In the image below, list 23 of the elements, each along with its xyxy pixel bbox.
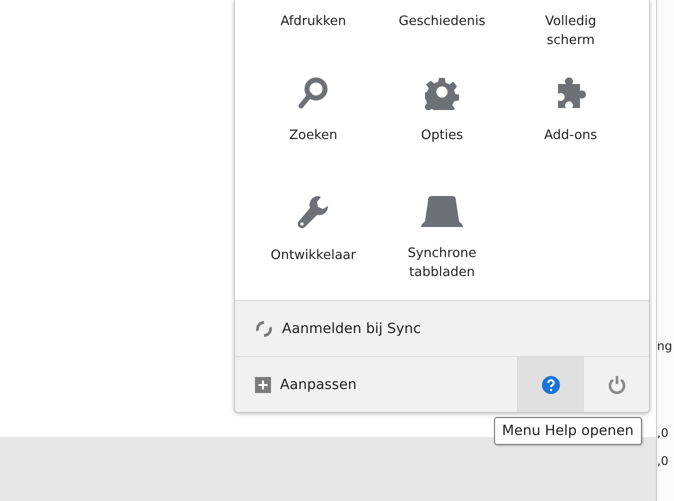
power-icon [608, 375, 626, 394]
menu-item[interactable]: Synchrone tabbladen [378, 182, 506, 300]
search-icon [297, 76, 330, 110]
menu-item[interactable]: Add-ons [506, 64, 635, 182]
menu-item[interactable]: Volledig scherm [506, 0, 635, 64]
help-icon [542, 376, 560, 394]
sync-icon [255, 320, 273, 338]
menu-item[interactable]: Ontwikkelaar [249, 182, 378, 300]
wrench-icon [296, 194, 330, 230]
menu-item[interactable]: Geschiedenis [378, 0, 506, 64]
tab-icon [418, 194, 465, 228]
cell-text: ,0 [657, 453, 670, 469]
help-button[interactable] [517, 357, 583, 412]
menu-item[interactable]: Opties [378, 64, 506, 182]
cell-text: ,0 [657, 425, 670, 441]
plus-icon [255, 376, 271, 392]
tooltip: Menu Help openen [494, 417, 642, 445]
customize-button[interactable]: Aanpassen [235, 357, 517, 412]
cell-text: ng [657, 338, 674, 354]
menu-item[interactable]: Afdrukken [249, 0, 378, 64]
settings-icon [424, 76, 459, 110]
menu-item[interactable]: Zoeken [249, 64, 378, 182]
sync-sign-in-item[interactable]: Aanmelden bij Sync [235, 300, 649, 356]
